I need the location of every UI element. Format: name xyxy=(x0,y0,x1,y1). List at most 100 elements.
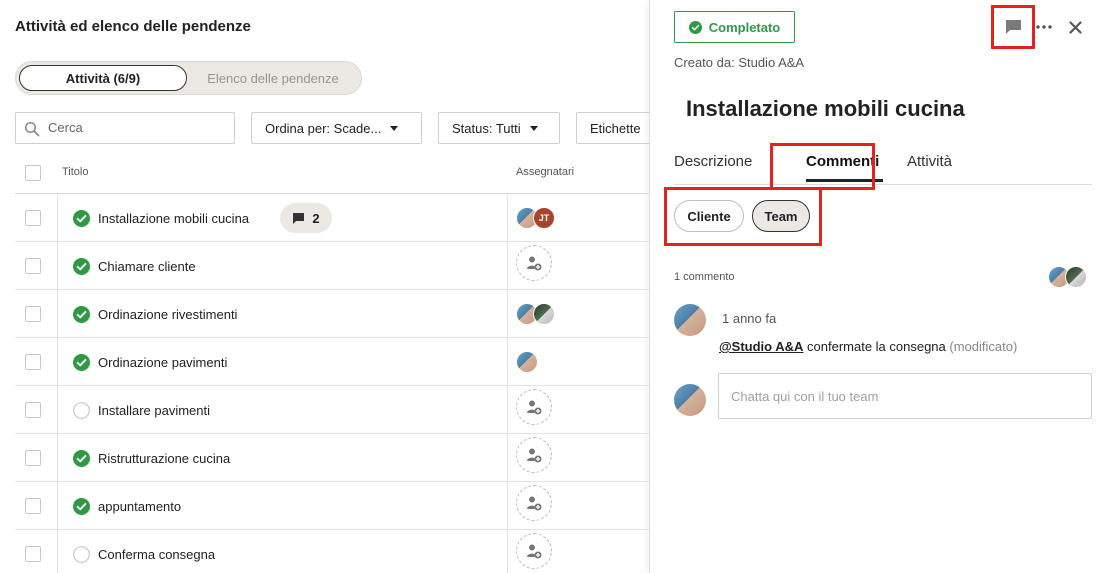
row-checkbox[interactable] xyxy=(25,498,41,514)
empty-circle-icon[interactable] xyxy=(73,402,90,419)
table-row[interactable]: Chiamare cliente xyxy=(15,242,649,290)
table-row[interactable]: Ordinazione pavimenti xyxy=(15,338,649,386)
row-title: Ordinazione pavimenti xyxy=(98,355,228,370)
search-icon xyxy=(24,121,40,137)
comment-count: 1 commento xyxy=(674,271,735,283)
table-row[interactable]: appuntamento xyxy=(15,482,649,530)
check-circle-icon[interactable] xyxy=(73,354,90,371)
search-box xyxy=(15,112,235,144)
table-row[interactable]: Conferma consegna xyxy=(15,530,649,573)
comment-icon xyxy=(1005,20,1021,34)
comment-count: 2 xyxy=(312,210,320,226)
status-label: Completato xyxy=(708,19,781,35)
add-assignee-button[interactable] xyxy=(516,485,552,521)
task-detail-panel: Completato Creato da: Studio A&A Install… xyxy=(649,0,1114,573)
tab-activities[interactable]: Attività (6/9) xyxy=(19,65,187,91)
add-assignee-button[interactable] xyxy=(516,389,552,425)
column-title: Titolo xyxy=(62,166,89,178)
sort-dropdown[interactable]: Ordina per: Scade... xyxy=(251,112,422,144)
row-title: appuntamento xyxy=(98,499,182,514)
row-title: Installazione mobili cucina xyxy=(98,211,250,226)
close-button[interactable] xyxy=(1064,16,1086,38)
labels-dropdown[interactable]: Etichette xyxy=(576,112,649,144)
row-comments-button[interactable]: 2 xyxy=(280,203,332,233)
row-assignees[interactable]: JT xyxy=(516,206,555,230)
table-header: Titolo Assegnatari xyxy=(15,152,649,194)
sort-dropdown-label: Ordina per: Scade... xyxy=(265,120,382,136)
comments-toggle-button[interactable] xyxy=(999,13,1027,41)
row-title: Ristrutturazione cucina xyxy=(98,451,231,466)
check-circle-icon[interactable] xyxy=(73,498,90,515)
add-user-icon xyxy=(527,496,542,511)
tab-activity[interactable]: Attività xyxy=(907,153,952,170)
highlight-box xyxy=(664,187,822,246)
tab-punch-list[interactable]: Elenco delle pendenze xyxy=(188,65,358,91)
add-user-icon xyxy=(527,544,542,559)
comment-text: confermate la consegna xyxy=(803,339,950,354)
table-row[interactable]: Ordinazione rivestimenti xyxy=(15,290,649,338)
labels-dropdown-label: Etichette xyxy=(590,120,641,136)
task-list-panel: Attività ed elenco delle pendenze Attivi… xyxy=(0,0,649,573)
add-assignee-button[interactable] xyxy=(516,437,552,473)
add-user-icon xyxy=(527,448,542,463)
check-circle-icon[interactable] xyxy=(73,306,90,323)
more-options-button[interactable] xyxy=(1033,17,1055,37)
row-assignees[interactable] xyxy=(516,437,552,473)
row-assignees[interactable] xyxy=(516,485,552,521)
chat-input[interactable] xyxy=(718,373,1092,419)
highlight-box xyxy=(770,143,875,190)
row-checkbox[interactable] xyxy=(25,306,41,322)
row-title: Ordinazione rivestimenti xyxy=(98,307,238,322)
page-title: Attività ed elenco delle pendenze xyxy=(15,18,251,35)
row-checkbox[interactable] xyxy=(25,546,41,562)
tab-description[interactable]: Descrizione xyxy=(674,153,752,170)
view-switcher: Attività (6/9) Elenco delle pendenze xyxy=(15,61,362,95)
row-title: Installare pavimenti xyxy=(98,403,210,418)
row-assignees[interactable] xyxy=(516,245,552,281)
search-input[interactable] xyxy=(48,120,228,135)
more-icon xyxy=(1036,25,1052,29)
add-assignee-button[interactable] xyxy=(516,533,552,569)
add-user-icon xyxy=(527,400,542,415)
add-assignee-button[interactable] xyxy=(516,245,552,281)
status-button[interactable]: Completato xyxy=(674,11,795,43)
close-icon xyxy=(1068,20,1082,34)
comment-icon xyxy=(293,212,305,224)
row-title: Conferma consegna xyxy=(98,547,216,562)
row-assignees[interactable] xyxy=(516,389,552,425)
chevron-down-icon xyxy=(529,125,538,131)
row-checkbox[interactable] xyxy=(25,450,41,466)
comment-edited: (modificato) xyxy=(949,339,1018,354)
row-title: Chiamare cliente xyxy=(98,259,196,274)
row-checkbox[interactable] xyxy=(25,354,41,370)
table-row[interactable]: Installare pavimenti xyxy=(15,386,649,434)
row-assignees[interactable] xyxy=(516,350,538,374)
status-dropdown-label: Status: Tutti xyxy=(452,120,521,136)
task-title: Installazione mobili cucina xyxy=(686,96,965,121)
avatar xyxy=(674,384,706,416)
check-circle-icon[interactable] xyxy=(73,210,90,227)
avatar: JT xyxy=(533,207,555,229)
select-all-checkbox[interactable] xyxy=(25,165,41,181)
status-dropdown[interactable]: Status: Tutti xyxy=(438,112,560,144)
empty-circle-icon[interactable] xyxy=(73,546,90,563)
table-row[interactable]: Installazione mobili cucina 2 JT xyxy=(15,194,649,242)
row-checkbox[interactable] xyxy=(25,258,41,274)
row-assignees[interactable] xyxy=(516,302,555,326)
check-circle-icon xyxy=(688,20,702,34)
participants xyxy=(1048,266,1087,288)
chevron-down-icon xyxy=(390,125,399,131)
comment-mention[interactable]: @Studio A&A xyxy=(719,339,803,354)
column-assignees: Assegnatari xyxy=(516,166,575,178)
avatar xyxy=(533,303,555,325)
add-user-icon xyxy=(527,256,542,271)
avatar xyxy=(1065,266,1087,288)
check-circle-icon[interactable] xyxy=(73,258,90,275)
row-assignees[interactable] xyxy=(516,533,552,569)
created-by: Creato da: Studio A&A xyxy=(674,55,805,70)
row-checkbox[interactable] xyxy=(25,210,41,226)
table-row[interactable]: Ristrutturazione cucina xyxy=(15,434,649,482)
check-circle-icon[interactable] xyxy=(73,450,90,467)
avatar xyxy=(674,304,706,336)
row-checkbox[interactable] xyxy=(25,402,41,418)
